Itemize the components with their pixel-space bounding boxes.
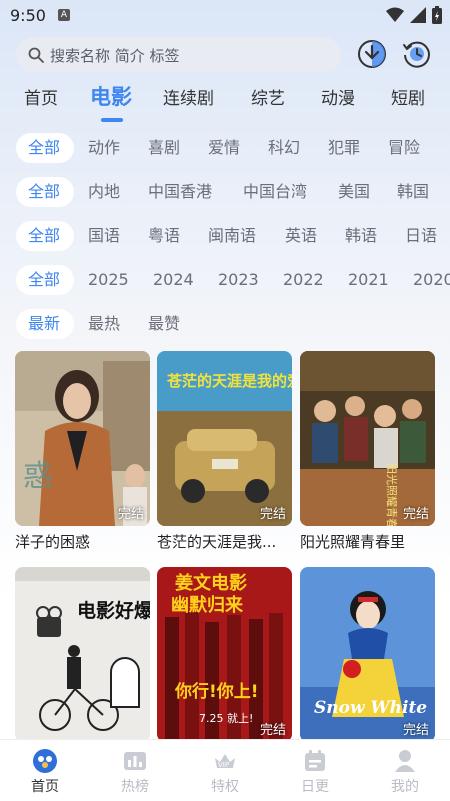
movie-poster[interactable]: 姜文电影 幽默归来 你行!你上! 7.25 就上! 完结 xyxy=(157,567,292,742)
filter-lang-all[interactable]: 全部 xyxy=(28,221,60,251)
download-icon[interactable] xyxy=(356,38,388,70)
tab-home[interactable]: 首页 xyxy=(24,84,58,114)
status-badge: 完结 xyxy=(259,723,286,738)
filter-lang-cantonese[interactable]: 粤语 xyxy=(148,221,180,251)
sort-newest[interactable]: 最新 xyxy=(28,309,60,339)
poster-title-text: 阳光照耀青春里 xyxy=(385,463,399,526)
sort-top-rated[interactable]: 最赞 xyxy=(148,309,180,339)
filter-row-year: 全部 2025 2024 2023 2022 2021 2020 xyxy=(0,265,450,295)
status-bar: 9:50 A xyxy=(0,0,450,32)
movie-poster[interactable]: 苍茫的天涯是我的爱 完结 xyxy=(157,351,292,526)
profile-icon xyxy=(395,750,415,772)
search-icon xyxy=(28,47,44,63)
nav-home[interactable]: 首页 xyxy=(15,748,75,796)
poster-title-text: 电影好爆 xyxy=(77,599,150,622)
history-icon[interactable] xyxy=(401,38,433,70)
poster-subtitle-text: 幽默归来 xyxy=(171,594,244,616)
nav-profile[interactable]: 我的 xyxy=(375,748,435,796)
movie-poster[interactable]: 惑 完结 xyxy=(15,351,150,526)
signal-icon xyxy=(410,7,426,23)
status-badge: 完结 xyxy=(402,507,429,522)
filter-genre-all[interactable]: 全部 xyxy=(28,133,60,163)
poster-title-text: Snow White xyxy=(314,698,427,718)
status-badge: 完结 xyxy=(259,507,286,522)
filter-genre-adventure[interactable]: 冒险 xyxy=(388,133,420,163)
movie-poster[interactable]: 电影好爆 xyxy=(15,567,150,742)
vip-icon: VIP xyxy=(215,754,235,769)
filter-genre-crime[interactable]: 犯罪 xyxy=(328,133,360,163)
filter-lang-english[interactable]: 英语 xyxy=(285,221,317,251)
filter-year-2021[interactable]: 2021 xyxy=(348,265,389,295)
nav-hot[interactable]: 热榜 xyxy=(105,748,165,796)
tab-short[interactable]: 短剧 xyxy=(391,84,425,114)
movie-title: 洋子的困惑 xyxy=(15,533,91,551)
nav-label: 我的 xyxy=(391,779,419,795)
filter-region-taiwan[interactable]: 中国台湾 xyxy=(243,177,307,207)
filter-year-all[interactable]: 全部 xyxy=(28,265,60,295)
filter-year-2025[interactable]: 2025 xyxy=(88,265,129,295)
poster-title-text: 姜文电影 xyxy=(175,572,247,594)
battery-icon xyxy=(432,6,442,24)
filter-genre-romance[interactable]: 爱情 xyxy=(208,133,240,163)
filter-region-all[interactable]: 全部 xyxy=(28,177,60,207)
filter-genre-action[interactable]: 动作 xyxy=(88,133,120,163)
movie-poster[interactable]: Snow White 完结 xyxy=(300,567,435,742)
search-input[interactable]: 搜索名称 简介 标签 xyxy=(50,45,180,66)
poster-title-text: 苍茫的天涯是我的爱 xyxy=(166,372,292,390)
nav-daily[interactable]: 日更 xyxy=(285,748,345,796)
movie-title: 阳光照耀青春里 xyxy=(300,533,406,551)
status-badge: 完结 xyxy=(402,723,429,738)
nav-vip[interactable]: VIP 特权 xyxy=(195,748,255,796)
filter-region-korea[interactable]: 韩国 xyxy=(397,177,429,207)
filter-lang-japanese[interactable]: 日语 xyxy=(405,221,437,251)
active-tab-indicator xyxy=(101,118,123,122)
poster-date-text: 7.25 就上! xyxy=(199,711,253,725)
filter-row-region: 全部 内地 中国香港 中国台湾 美国 韩国 xyxy=(0,177,450,207)
filter-region-mainland[interactable]: 内地 xyxy=(88,177,120,207)
tab-anime[interactable]: 动漫 xyxy=(321,84,355,114)
chart-icon xyxy=(124,752,146,770)
category-tabs: 首页 电影 连续剧 综艺 动漫 短剧 xyxy=(0,84,450,124)
app-notification-icon: A xyxy=(58,9,70,21)
filter-row-sort: 最新 最热 最赞 xyxy=(0,309,450,339)
status-badge: 完结 xyxy=(117,507,144,522)
nav-label: 首页 xyxy=(31,779,59,795)
movie-poster[interactable]: 阳光照耀青春里 完结 xyxy=(300,351,435,526)
bottom-nav: 首页 热榜 VIP 特权 日更 我的 xyxy=(0,739,450,801)
filter-year-2022[interactable]: 2022 xyxy=(283,265,324,295)
wifi-icon xyxy=(386,7,404,22)
filter-row-genre: 全部 动作 喜剧 爱情 科幻 犯罪 冒险 xyxy=(0,133,450,163)
filter-year-2023[interactable]: 2023 xyxy=(218,265,259,295)
tab-series[interactable]: 连续剧 xyxy=(163,84,214,114)
filter-row-language: 全部 国语 粤语 闽南语 英语 韩语 日语 xyxy=(0,221,450,251)
nav-label: 热榜 xyxy=(121,779,149,795)
tab-variety[interactable]: 综艺 xyxy=(251,84,285,114)
filter-lang-mandarin[interactable]: 国语 xyxy=(88,221,120,251)
movie-title: 苍茫的天涯是我... xyxy=(157,533,277,551)
filter-lang-minnan[interactable]: 闽南语 xyxy=(208,221,256,251)
sort-hottest[interactable]: 最热 xyxy=(88,309,120,339)
nav-label: 日更 xyxy=(301,779,329,795)
poster-slogan-text: 你行!你上! xyxy=(174,681,259,702)
svg-text:VIP: VIP xyxy=(218,761,229,769)
nav-label: 特权 xyxy=(211,779,239,795)
filter-region-usa[interactable]: 美国 xyxy=(338,177,370,207)
filter-region-hongkong[interactable]: 中国香港 xyxy=(148,177,212,207)
home-icon xyxy=(33,749,57,773)
search-bar[interactable]: 搜索名称 简介 标签 xyxy=(16,37,341,73)
status-time: 9:50 xyxy=(10,6,46,25)
filter-year-2020[interactable]: 2020 xyxy=(413,265,450,295)
calendar-icon xyxy=(305,750,325,771)
filter-genre-scifi[interactable]: 科幻 xyxy=(268,133,300,163)
filter-lang-korean[interactable]: 韩语 xyxy=(345,221,377,251)
poster-title-text: 惑 xyxy=(23,459,53,494)
filter-year-2024[interactable]: 2024 xyxy=(153,265,194,295)
tab-movie[interactable]: 电影 xyxy=(90,82,132,112)
filter-genre-comedy[interactable]: 喜剧 xyxy=(148,133,180,163)
